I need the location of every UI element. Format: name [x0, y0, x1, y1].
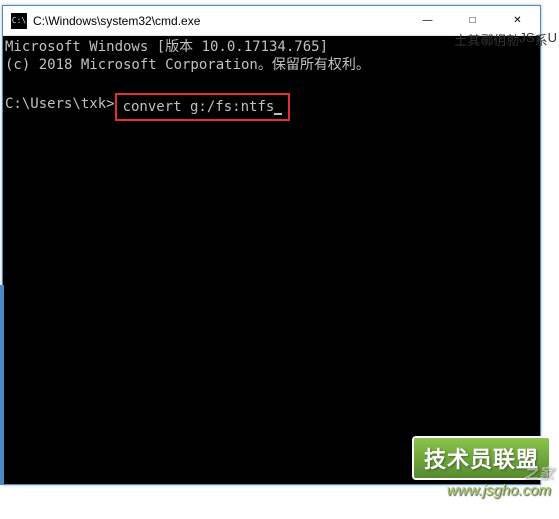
- cursor-icon: [274, 113, 282, 115]
- command-prompt: C:\Users\txk>: [5, 95, 115, 121]
- command-highlight-box: convert g:/fs:ntfs: [115, 93, 291, 121]
- command-text: convert g:/fs:ntfs: [123, 99, 275, 115]
- watermark-badge: 技术员联盟 之家: [412, 436, 551, 480]
- watermark-text: 技术员联盟: [424, 447, 539, 472]
- cmd-icon: C:\: [11, 13, 27, 29]
- left-blue-strip: [0, 285, 4, 485]
- watermark-url: www.jsgho.com: [447, 482, 551, 499]
- console-area[interactable]: Microsoft Windows [版本 10.0.17134.765] (c…: [3, 36, 540, 484]
- minimize-button[interactable]: —: [405, 6, 450, 35]
- watermark: 技术员联盟 之家 www.jsgho.com: [412, 436, 551, 499]
- side-cropped-text: U 系 JS 勍 仴 鄩 其 土: [454, 30, 557, 63]
- command-row: C:\Users\txk> convert g:/fs:ntfs: [5, 95, 538, 121]
- console-blank-line: [5, 74, 538, 92]
- window-title: C:\Windows\system32\cmd.exe: [33, 14, 405, 28]
- watermark-overlay: 之家: [524, 463, 554, 483]
- cmd-window: C:\ C:\Windows\system32\cmd.exe — □ ✕ Mi…: [2, 5, 541, 485]
